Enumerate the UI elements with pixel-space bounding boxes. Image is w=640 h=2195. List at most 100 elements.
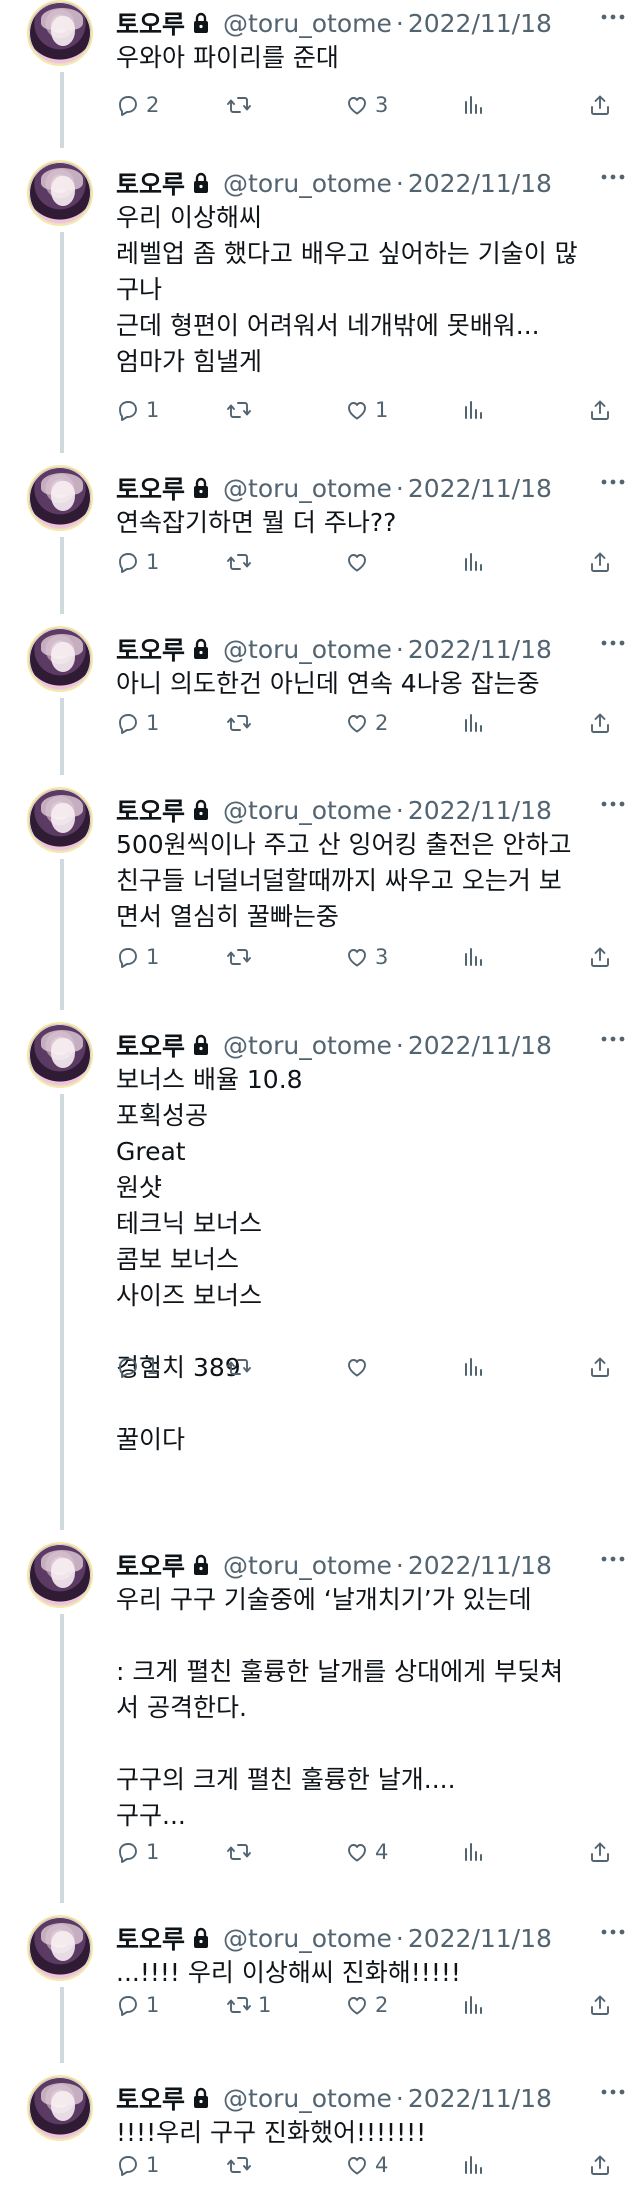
retweet-button[interactable]: [226, 708, 258, 738]
user-handle[interactable]: @toru_otome: [223, 1031, 392, 1060]
retweet-button[interactable]: [226, 395, 258, 425]
retweet-button[interactable]: 1: [226, 1990, 271, 2020]
avatar[interactable]: [27, 626, 93, 692]
user-handle[interactable]: @toru_otome: [223, 9, 392, 38]
display-name[interactable]: 토오루: [116, 470, 185, 506]
reply-button[interactable]: 1: [116, 1352, 159, 1382]
like-button[interactable]: 2: [345, 1990, 388, 2020]
retweet-button[interactable]: [226, 90, 258, 120]
more-dots-icon[interactable]: [598, 168, 628, 186]
more-dots-icon[interactable]: [598, 1030, 628, 1048]
avatar[interactable]: [27, 2075, 93, 2141]
like-button[interactable]: 4: [345, 1837, 388, 1867]
views-button[interactable]: [461, 708, 491, 738]
tweet[interactable]: 토오루 @toru_otome · 2022/11/18 우리 이상해씨 레벨업 좀 했…: [0, 160, 640, 435]
views-button[interactable]: [461, 1352, 491, 1382]
reply-button[interactable]: 1: [116, 942, 159, 972]
user-handle[interactable]: @toru_otome: [223, 1924, 392, 1953]
views-button[interactable]: [461, 1837, 491, 1867]
tweet-date[interactable]: 2022/11/18: [408, 1031, 552, 1060]
display-name[interactable]: 토오루: [116, 631, 185, 667]
reply-button[interactable]: 1: [116, 395, 159, 425]
tweet[interactable]: 토오루 @toru_otome · 2022/11/18 ...!!!! 우리 이상해씨…: [0, 1915, 640, 2030]
tweet-date[interactable]: 2022/11/18: [408, 9, 552, 38]
display-name[interactable]: 토오루: [116, 165, 185, 201]
views-button[interactable]: [461, 2150, 491, 2180]
avatar[interactable]: [27, 787, 93, 853]
retweet-button[interactable]: [226, 1352, 258, 1382]
like-button[interactable]: [345, 1352, 375, 1382]
retweet-button[interactable]: [226, 547, 258, 577]
views-button[interactable]: [461, 942, 491, 972]
share-button[interactable]: [588, 90, 618, 120]
reply-button[interactable]: 1: [116, 1837, 159, 1867]
more-dots-icon[interactable]: [598, 473, 628, 491]
display-name[interactable]: 토오루: [116, 1920, 185, 1956]
reply-button[interactable]: 1: [116, 2150, 159, 2180]
tweet[interactable]: 토오루 @toru_otome · 2022/11/18 !!!!우리 구구 진화했어!…: [0, 2075, 640, 2190]
tweet[interactable]: 토오루 @toru_otome · 2022/11/18 보너스 배율 10.8 포획성…: [0, 1022, 640, 1454]
like-button[interactable]: 3: [345, 90, 388, 120]
user-handle[interactable]: @toru_otome: [223, 635, 392, 664]
retweet-button[interactable]: [226, 2150, 258, 2180]
share-button[interactable]: [588, 708, 618, 738]
display-name[interactable]: 토오루: [116, 2080, 185, 2116]
share-button[interactable]: [588, 395, 618, 425]
like-button[interactable]: [345, 547, 375, 577]
tweet[interactable]: 토오루 @toru_otome · 2022/11/18 500원씩이나 주고 산 잉어…: [0, 787, 640, 982]
share-button[interactable]: [588, 1837, 618, 1867]
avatar[interactable]: [27, 465, 93, 531]
like-count: 3: [375, 93, 389, 117]
tweet-date[interactable]: 2022/11/18: [408, 1551, 552, 1580]
display-name[interactable]: 토오루: [116, 792, 185, 828]
share-button[interactable]: [588, 942, 618, 972]
user-handle[interactable]: @toru_otome: [223, 1551, 392, 1580]
more-dots-icon[interactable]: [598, 795, 628, 813]
avatar[interactable]: [27, 1022, 93, 1088]
display-name[interactable]: 토오루: [116, 5, 185, 41]
reply-button[interactable]: 1: [116, 1990, 159, 2020]
reply-button[interactable]: 1: [116, 547, 159, 577]
tweet-date[interactable]: 2022/11/18: [408, 635, 552, 664]
display-name[interactable]: 토오루: [116, 1027, 185, 1063]
views-button[interactable]: [461, 1990, 491, 2020]
like-button[interactable]: 3: [345, 942, 388, 972]
tweet-date[interactable]: 2022/11/18: [408, 474, 552, 503]
tweet[interactable]: 토오루 @toru_otome · 2022/11/18 연속잡기하면 뭘 더 주나??…: [0, 465, 640, 587]
tweet[interactable]: 토오루 @toru_otome · 2022/11/18 우리 구구 기술중에 ‘날개치…: [0, 1542, 640, 1877]
tweet-date[interactable]: 2022/11/18: [408, 1924, 552, 1953]
share-button[interactable]: [588, 1352, 618, 1382]
retweet-button[interactable]: [226, 1837, 258, 1867]
more-dots-icon[interactable]: [598, 8, 628, 26]
more-dots-icon[interactable]: [598, 1923, 628, 1941]
user-handle[interactable]: @toru_otome: [223, 169, 392, 198]
avatar[interactable]: [27, 1915, 93, 1981]
like-button[interactable]: 1: [345, 395, 388, 425]
reply-button[interactable]: 1: [116, 708, 159, 738]
tweet[interactable]: 토오루 @toru_otome · 2022/11/18 우와아 파이리를 준대 2 3: [0, 0, 640, 130]
reply-button[interactable]: 2: [116, 90, 159, 120]
views-button[interactable]: [461, 395, 491, 425]
like-button[interactable]: 4: [345, 2150, 388, 2180]
user-handle[interactable]: @toru_otome: [223, 474, 392, 503]
more-dots-icon[interactable]: [598, 2083, 628, 2101]
user-handle[interactable]: @toru_otome: [223, 796, 392, 825]
share-button[interactable]: [588, 1990, 618, 2020]
avatar[interactable]: [27, 160, 93, 226]
avatar[interactable]: [27, 0, 93, 66]
tweet-date[interactable]: 2022/11/18: [408, 169, 552, 198]
more-dots-icon[interactable]: [598, 1550, 628, 1568]
retweet-button[interactable]: [226, 942, 258, 972]
display-name[interactable]: 토오루: [116, 1547, 185, 1583]
share-button[interactable]: [588, 2150, 618, 2180]
user-handle[interactable]: @toru_otome: [223, 2084, 392, 2113]
tweet[interactable]: 토오루 @toru_otome · 2022/11/18 아니 의도한건 아닌데 연속 …: [0, 626, 640, 748]
more-dots-icon[interactable]: [598, 634, 628, 652]
avatar[interactable]: [27, 1542, 93, 1608]
views-button[interactable]: [461, 547, 491, 577]
share-button[interactable]: [588, 547, 618, 577]
like-button[interactable]: 2: [345, 708, 388, 738]
tweet-date[interactable]: 2022/11/18: [408, 796, 552, 825]
tweet-date[interactable]: 2022/11/18: [408, 2084, 552, 2113]
views-button[interactable]: [461, 90, 491, 120]
